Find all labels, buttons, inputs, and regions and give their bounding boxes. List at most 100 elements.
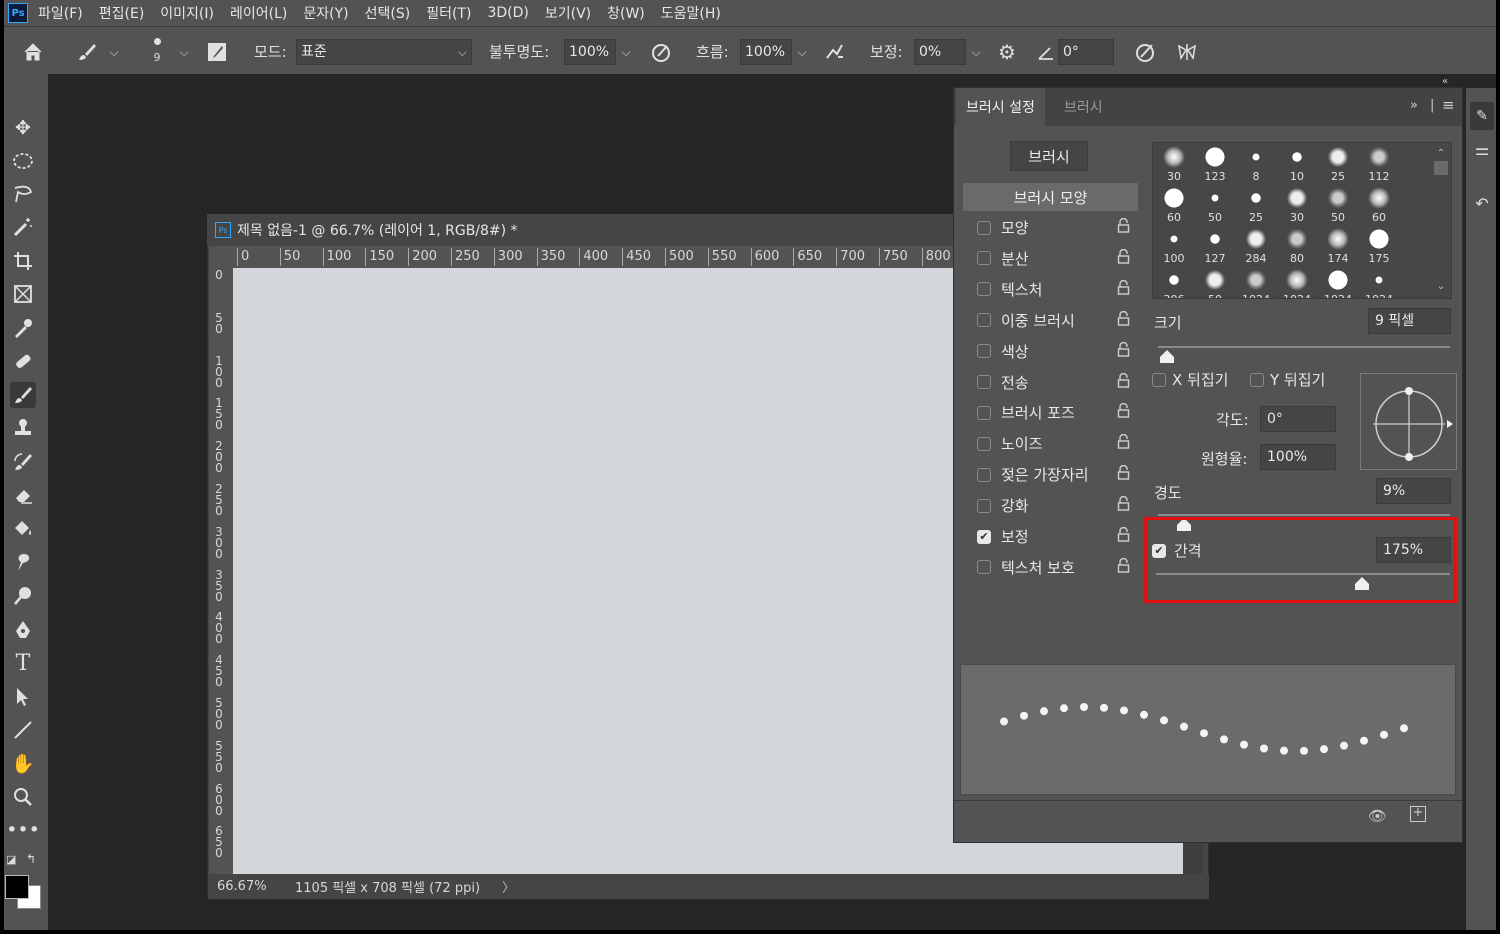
airbrush-icon[interactable] <box>822 39 848 65</box>
smoothing-input[interactable]: 0% <box>914 39 966 65</box>
brush-preset[interactable]: 25 <box>1318 144 1358 185</box>
brush-option-row[interactable]: 브러시 포즈 <box>963 397 1138 428</box>
brush-option-checkbox[interactable] <box>977 282 991 297</box>
brush-option-row[interactable]: 노이즈 <box>963 428 1138 459</box>
lock-icon[interactable] <box>1117 495 1130 515</box>
healing-brush-tool-icon[interactable] <box>10 348 36 374</box>
angle-roundness-widget[interactable] <box>1360 373 1457 470</box>
brush-option-checkbox[interactable] <box>977 220 991 235</box>
brush-tool-active-icon[interactable] <box>10 382 36 408</box>
brush-preset[interactable]: 175 <box>1359 226 1399 267</box>
more-tools-icon[interactable]: ••• <box>6 817 40 843</box>
lock-icon[interactable] <box>1117 310 1130 330</box>
document-tab[interactable]: Ps 제목 없음-1 @ 66.7% (레이어 1, RGB/8#) * <box>207 214 967 246</box>
brush-option-checkbox[interactable] <box>977 405 991 420</box>
clone-stamp-tool-icon[interactable] <box>10 415 36 441</box>
brush-preset[interactable]: 127 <box>1195 226 1235 267</box>
menu-image[interactable]: 이미지(I) <box>160 3 214 23</box>
brush-option-row[interactable]: 모양 <box>963 212 1138 243</box>
brush-option-checkbox[interactable] <box>977 251 991 266</box>
brush-option-row[interactable]: 전송 <box>963 367 1138 398</box>
brush-preset[interactable]: 112 <box>1359 144 1399 185</box>
brush-option-checkbox[interactable] <box>977 498 991 513</box>
scroll-thumb[interactable] <box>1434 161 1448 175</box>
scroll-up-icon[interactable]: ⌃ <box>1433 148 1449 159</box>
magic-wand-tool-icon[interactable] <box>10 214 36 240</box>
brush-tool-dropdown[interactable]: ⌵ <box>104 39 124 65</box>
brush-option-row[interactable]: 색상 <box>963 336 1138 367</box>
menu-window[interactable]: 창(W) <box>607 3 645 23</box>
brush-option-checkbox[interactable]: ✔ <box>977 529 991 544</box>
brush-preset[interactable]: 25 <box>1236 185 1276 226</box>
flip-x-option[interactable]: X 뒤집기 <box>1152 369 1228 390</box>
adjustments-dock-icon[interactable]: ⚌ <box>1470 140 1494 164</box>
menu-layer[interactable]: 레이어(L) <box>230 3 287 23</box>
crop-tool-icon[interactable] <box>10 248 36 274</box>
smudge-tool-icon[interactable] <box>10 549 36 575</box>
mode-select[interactable]: 표준 ⌵ <box>296 39 472 65</box>
brush-tip-shape-header[interactable]: 브러시 모양 <box>963 183 1138 211</box>
default-colors-icon[interactable]: ◪ <box>6 853 16 866</box>
zoom-tool-icon[interactable] <box>10 784 36 810</box>
status-menu-arrow-icon[interactable]: 〉 <box>502 877 515 896</box>
brush-option-checkbox[interactable] <box>977 436 991 451</box>
lock-icon[interactable] <box>1117 248 1130 268</box>
brush-preset[interactable]: 284 <box>1236 226 1276 267</box>
brush-preset[interactable]: 50 <box>1318 185 1358 226</box>
brush-settings-panel-icon[interactable] <box>204 39 230 65</box>
collapse-panels-icon[interactable]: « <box>1442 76 1448 87</box>
brush-option-row[interactable]: 텍스처 <box>963 274 1138 305</box>
brush-preset[interactable]: 306 <box>1154 267 1194 298</box>
brush-preset[interactable]: 1024 <box>1277 267 1317 298</box>
brush-preset[interactable]: 30 <box>1277 185 1317 226</box>
path-selection-tool-icon[interactable] <box>10 684 36 710</box>
brush-preset[interactable]: 10 <box>1277 144 1317 185</box>
brush-preset[interactable]: 123 <box>1195 144 1235 185</box>
tab-brushes[interactable]: 브러시 <box>1054 88 1113 126</box>
menu-view[interactable]: 보기(V) <box>545 3 591 23</box>
dodge-tool-icon[interactable] <box>10 583 36 609</box>
brushes-button[interactable]: 브러시 <box>1010 141 1088 171</box>
flow-input[interactable]: 100% <box>740 39 792 65</box>
presets-scrollbar[interactable]: ⌃ ⌄ <box>1433 148 1449 292</box>
pen-tool-icon[interactable] <box>10 617 36 643</box>
brush-preset[interactable]: 50 <box>1195 185 1235 226</box>
brush-preset[interactable]: 100 <box>1154 226 1194 267</box>
home-icon[interactable] <box>20 39 46 65</box>
brush-settings-dock-icon[interactable]: ✎ <box>1470 102 1494 130</box>
flow-dropdown[interactable]: ⌵ <box>792 39 812 65</box>
menu-help[interactable]: 도움말(H) <box>661 3 721 23</box>
lock-icon[interactable] <box>1117 372 1130 392</box>
brush-option-row[interactable]: 텍스처 보호 <box>963 552 1138 583</box>
menu-filter[interactable]: 필터(T) <box>426 3 471 23</box>
brush-option-checkbox[interactable] <box>977 375 991 389</box>
lock-icon[interactable] <box>1117 217 1130 237</box>
lock-icon[interactable] <box>1117 434 1130 453</box>
brush-preset-dropdown[interactable]: ⌵ <box>174 39 194 65</box>
brush-preset[interactable]: 1024 <box>1236 267 1276 298</box>
paint-bucket-tool-icon[interactable] <box>10 516 36 542</box>
size-slider-track[interactable] <box>1158 346 1450 348</box>
create-new-brush-icon[interactable]: + <box>1410 806 1426 822</box>
lock-icon[interactable] <box>1117 403 1130 422</box>
opacity-dropdown[interactable]: ⌵ <box>616 39 636 65</box>
symmetry-icon[interactable] <box>1174 39 1200 65</box>
smoothing-dropdown[interactable]: ⌵ <box>966 39 986 65</box>
menu-select[interactable]: 선택(S) <box>365 3 411 23</box>
swap-colors-icon[interactable]: ↰ <box>26 852 36 866</box>
brush-option-checkbox[interactable] <box>977 344 991 359</box>
brush-preset[interactable]: 60 <box>1154 185 1194 226</box>
hand-tool-icon[interactable]: ✋ <box>10 750 36 776</box>
brush-presets-grid[interactable]: 30 123 8 10 25 112 60 50 25 30 50 60 100 127 284 80 174 1… <box>1152 142 1452 299</box>
flip-x-checkbox[interactable] <box>1152 372 1166 387</box>
lock-icon[interactable] <box>1117 465 1130 484</box>
gear-icon[interactable]: ⚙ <box>994 39 1020 65</box>
size-input[interactable]: 9 픽셀 <box>1368 308 1451 334</box>
brush-preset[interactable]: 30 <box>1154 144 1194 185</box>
marquee-tool-icon[interactable] <box>10 148 36 174</box>
line-tool-icon[interactable] <box>10 717 36 743</box>
toggle-live-tip-icon[interactable]: 👁 <box>1368 807 1387 825</box>
hardness-slider-track[interactable] <box>1158 514 1450 516</box>
foreground-color-swatch[interactable] <box>5 875 29 899</box>
brush-option-checkbox[interactable] <box>977 560 991 575</box>
